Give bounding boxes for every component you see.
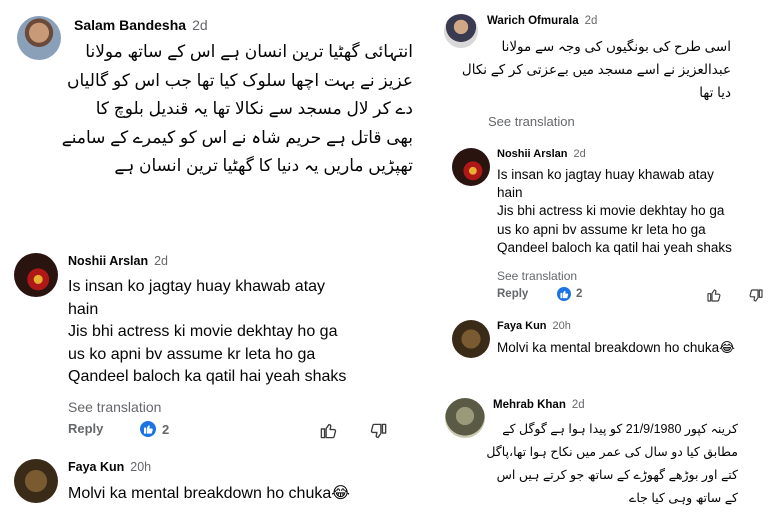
comment-warich-ofmurala: Warich Ofmurala 2d اسی طرح کی بونگیوں کی … [424, 0, 778, 140]
comment-text-line: us ko apni bv assume kr leta ho ga [497, 221, 706, 237]
avatar[interactable] [14, 253, 58, 297]
comment-text-line: انتہائی گھٹیا ترین انسان ہے اس کے ساتھ م… [85, 42, 413, 61]
thumbs-up-icon[interactable] [319, 421, 338, 440]
comment-author[interactable]: Noshii Arslan 2d [68, 254, 168, 268]
comment-author[interactable]: Faya Kun 20h [68, 460, 151, 474]
reaction-count: 2 [576, 288, 583, 300]
comment-text-line: دیا تھا [699, 85, 731, 100]
comment-text-line: Jis bhi actress ki movie dekhtay ho ga [68, 323, 338, 340]
see-translation-link[interactable]: See translation [488, 114, 575, 129]
reaction-summary[interactable]: 2 [557, 287, 582, 301]
avatar[interactable] [452, 320, 490, 358]
comment-text-line: hain [68, 300, 99, 318]
see-translation-link[interactable]: See translation [68, 399, 161, 415]
comment-text-line: تھپڑیں ماریں یہ دنیا کا گھٹیا ترین انسان… [114, 156, 413, 175]
comment-age: 20h [552, 320, 571, 332]
left-comments-panel: Salam Bandesha 2d انتہائی گھٹیا ترین انسا… [0, 0, 418, 515]
comment-noshii-arslan: Noshii Arslan 2d Is insan ko jagtay huay … [0, 245, 418, 445]
comment-text: Molvi ka mental breakdown ho chuka😂 [68, 483, 413, 505]
author-name[interactable]: Noshii Arslan [497, 148, 568, 160]
avatar[interactable] [445, 398, 485, 438]
comment-text: Is insan ko jagtay huay khawab atay hain… [68, 276, 413, 389]
avatar[interactable] [452, 148, 490, 186]
comment-text-line: Is insan ko jagtay huay khawab atay [68, 278, 326, 295]
author-name[interactable]: Noshii Arslan [68, 254, 148, 268]
reply-button[interactable]: Reply [68, 421, 103, 436]
comment-text-line: کے ساتھ وہی کیا جاے [629, 491, 738, 505]
comment-text-line: Molvi ka mental breakdown ho chuka😂 [497, 340, 735, 355]
comment-author[interactable]: Salam Bandesha 2d [74, 17, 208, 33]
comment-age: 2d [154, 254, 169, 268]
comment-age: 20h [130, 460, 152, 474]
comment-author[interactable]: Warich Ofmurala 2d [487, 15, 597, 27]
comment-author[interactable]: Mehrab Khan 2d [493, 399, 585, 411]
comment-text-line: کرینہ کپور 21/9/1980 کو پیدا ہوا ہے گوگل… [502, 422, 738, 436]
comment-age: 2d [584, 15, 598, 27]
comment-text-line: Is insan ko jagtay huay khawab atay [497, 167, 714, 182]
avatar[interactable] [444, 14, 478, 48]
comment-salam-bandesha: Salam Bandesha 2d انتہائی گھٹیا ترین انسا… [0, 0, 418, 200]
comment-text: کرینہ کپور 21/9/1980 کو پیدا ہوا ہے گوگل… [484, 418, 738, 510]
comment-noshii-arslan: Noshii Arslan 2d Is insan ko jagtay huay … [424, 140, 778, 310]
comment-text-line: بھی قاتل ہے حریم شاہ نے اس کو کیمرے کے س… [61, 127, 413, 147]
comment-text-line: دے کر لال مسجد سے نکالا تھا یہ قندیل بلو… [95, 99, 413, 118]
comment-faya-kun: Faya Kun 20h Molvi ka mental breakdown ho… [424, 315, 778, 385]
comment-author[interactable]: Noshii Arslan 2d [497, 148, 586, 160]
comment-age: 2d [571, 399, 585, 411]
author-name[interactable]: Warich Ofmurala [487, 15, 579, 27]
author-name[interactable]: Mehrab Khan [493, 399, 566, 411]
comment-text-line: us ko apni bv assume kr leta ho ga [68, 345, 316, 363]
comment-text: انتہائی گھٹیا ترین انسان ہے اس کے ساتھ م… [61, 38, 413, 181]
comment-text-line: کتے اور بوڑھے گھوڑے کے ساتھ جو کرتے ہیں … [496, 468, 738, 482]
reply-button[interactable]: Reply [497, 288, 528, 300]
thumbs-down-icon[interactable] [748, 288, 764, 304]
avatar[interactable] [14, 459, 58, 503]
comment-faya-kun: Faya Kun 20h Molvi ka mental breakdown ho… [0, 455, 418, 515]
author-name[interactable]: Faya Kun [497, 320, 547, 332]
comment-text-line: Jis bhi actress ki movie dekhtay ho ga [497, 203, 725, 219]
comment-text-line: اسی طرح کی بونگیوں کی وجہ سے مولانا [501, 39, 731, 54]
right-comments-panel: Warich Ofmurala 2d اسی طرح کی بونگیوں کی … [424, 0, 778, 515]
comment-author[interactable]: Faya Kun 20h [497, 320, 571, 332]
comment-text-line: Molvi ka mental breakdown ho chuka😂 [68, 485, 350, 502]
comment-age: 2d [573, 148, 586, 160]
comment-text-line: عبدالعزیز نے اسے مسجد میں بےعزتی کر کے ن… [461, 62, 731, 77]
comment-text-line: hain [497, 185, 523, 201]
comment-text: اسی طرح کی بونگیوں کی وجہ سے مولانا عبدا… [461, 35, 731, 104]
thumbs-up-icon[interactable] [706, 287, 722, 303]
author-name[interactable]: Salam Bandesha [74, 17, 186, 33]
reaction-summary[interactable]: 2 [140, 421, 169, 437]
author-name[interactable]: Faya Kun [68, 460, 124, 474]
thumbs-down-icon[interactable] [369, 422, 388, 441]
like-reaction-icon [140, 421, 156, 437]
comment-mehrab-khan: Mehrab Khan 2d کرینہ کپور 21/9/1980 کو پی… [424, 390, 778, 515]
comment-text: Is insan ko jagtay huay khawab atay hain… [497, 166, 772, 257]
avatar[interactable] [17, 16, 61, 60]
reaction-count: 2 [162, 421, 170, 437]
see-translation-link[interactable]: See translation [497, 269, 577, 283]
comment-text-line: Qandeel baloch ka qatil hai yeah shaks [68, 368, 347, 385]
like-reaction-icon [557, 287, 571, 301]
comment-text-line: عزیز نے بہت اچھا سلوک کیا تھا جب اس کو گ… [66, 70, 413, 90]
comment-age: 2d [192, 17, 208, 33]
comment-text: Molvi ka mental breakdown ho chuka😂 [497, 339, 777, 357]
comment-text-line: Qandeel baloch ka qatil hai yeah shaks [497, 239, 732, 255]
comment-text-line: مطابق کیا دو سال کی عمر میں نکاح ہوا تھا… [486, 445, 738, 459]
